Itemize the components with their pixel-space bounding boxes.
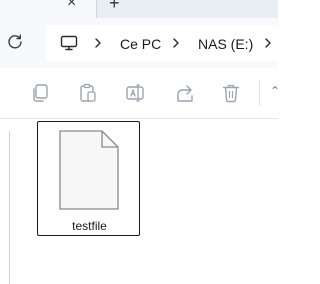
chevron-right-icon[interactable]: [171, 34, 181, 52]
delete-icon[interactable]: [220, 82, 242, 104]
document-icon: [57, 128, 121, 212]
file-view: testfile: [0, 119, 278, 284]
active-tab[interactable]: [0, 0, 96, 18]
refresh-icon[interactable]: [6, 33, 24, 51]
computer-icon[interactable]: [60, 34, 78, 52]
new-tab-button[interactable]: +: [109, 0, 120, 14]
rename-icon[interactable]: [124, 82, 146, 104]
tab-divider: [96, 0, 97, 18]
chevron-right-icon[interactable]: [263, 34, 273, 52]
address-bar[interactable]: Ce PC NAS (E:): [46, 25, 278, 61]
toolbar-divider: [259, 80, 260, 106]
copy-icon[interactable]: [29, 82, 51, 104]
file-item[interactable]: testfile: [37, 121, 140, 236]
chevron-right-icon[interactable]: [93, 34, 103, 52]
pane-divider[interactable]: [9, 131, 10, 284]
tab-close-button[interactable]: ×: [67, 0, 76, 12]
file-name: testfile: [72, 219, 107, 233]
command-bar: ⌃: [0, 68, 280, 119]
paste-icon[interactable]: [77, 82, 99, 104]
collapse-icon[interactable]: ⌃: [270, 84, 280, 98]
navigation-bar: Ce PC NAS (E:): [0, 18, 278, 68]
breadcrumb-nas-drive[interactable]: NAS (E:): [198, 36, 253, 52]
share-icon[interactable]: [174, 82, 196, 104]
breadcrumb-this-pc[interactable]: Ce PC: [120, 36, 161, 52]
tab-bar: × +: [0, 0, 278, 18]
